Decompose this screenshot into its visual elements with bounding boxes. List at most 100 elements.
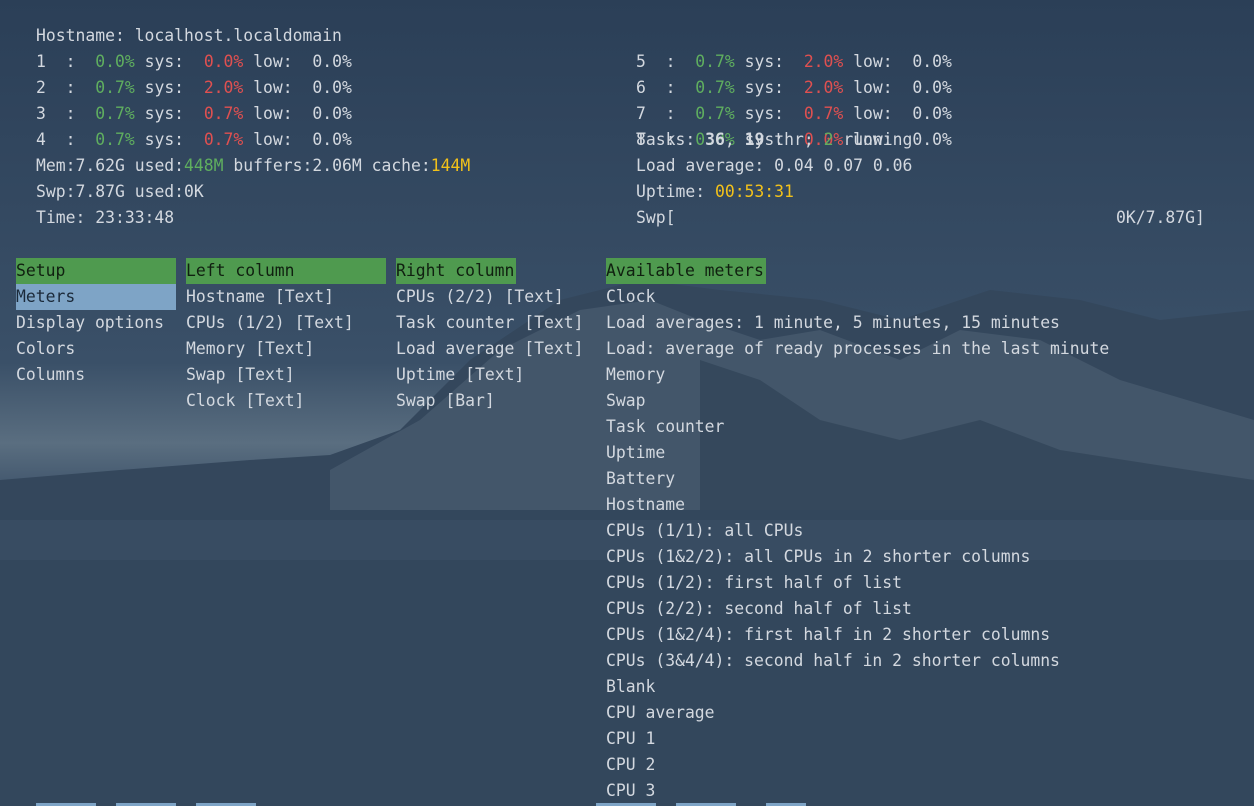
available-meter-item[interactable]: Task counter — [606, 414, 1206, 440]
available-meter-item[interactable]: Blank — [606, 674, 1206, 700]
meter-mode: [Text] — [245, 391, 305, 410]
left-column-meter-item[interactable]: Hostname [Text] — [186, 284, 386, 310]
meter-name: Load average — [396, 339, 515, 358]
setup-item-meters[interactable]: Meters — [16, 284, 176, 310]
right-column-meter-item[interactable]: Load average [Text] — [396, 336, 596, 362]
available-meters-header: Available meters — [606, 258, 766, 284]
cpu-sys-label: sys: — [744, 52, 785, 71]
threads-label: thr; — [774, 130, 814, 149]
available-meter-item[interactable]: CPUs (1&2/2): all CPUs in 2 shorter colu… — [606, 544, 1206, 570]
meter-mode: [Text] — [524, 339, 584, 358]
load-average-meter: Load average: 0.04 0.07 0.06 — [636, 153, 912, 179]
cpu-low-percent: 0.0% — [912, 130, 952, 149]
available-meter-item[interactable]: CPUs (1/2): first half of list — [606, 570, 1206, 596]
threads-count: 19 — [744, 130, 765, 149]
available-meter-item[interactable]: Battery — [606, 466, 1206, 492]
cpu-sys-percent: 2.0% — [803, 52, 844, 71]
available-meter-item[interactable]: CPU average — [606, 700, 1206, 726]
cpu-meter-row: 7 : 0.7% sys: 0.7% low: 0.0% — [636, 104, 952, 123]
setup-item-display-options[interactable]: Display options — [16, 310, 176, 336]
left-column-meter-item[interactable]: Swap [Text] — [186, 362, 386, 388]
cpu-meter-row: 4 : 0.7% sys: 0.7% low: 0.0% — [36, 130, 352, 149]
cpu-low-percent: 0.0% — [312, 52, 352, 71]
available-meter-item[interactable]: CPU 1 — [606, 726, 1206, 752]
running-label: running — [843, 130, 913, 149]
load-label: Load average: — [636, 156, 765, 175]
available-meter-item[interactable]: CPUs (3&4/4): second half in 2 shorter c… — [606, 648, 1206, 674]
cpu-user-percent: 0.7% — [95, 130, 135, 149]
swp-label: Swp: — [36, 182, 76, 201]
cpu-low-label: low: — [253, 52, 293, 71]
right-column-meter-item[interactable]: Task counter [Text] — [396, 310, 596, 336]
right-column-meter-item[interactable]: Swap [Bar] — [396, 388, 596, 414]
left-column-meter-item[interactable]: Memory [Text] — [186, 336, 386, 362]
available-meter-item[interactable]: CPUs (1&2/4): first half in 2 shorter co… — [606, 622, 1206, 648]
load-15min: 0.06 — [872, 156, 913, 175]
tasks-label: Tasks: — [636, 130, 696, 149]
available-meter-item[interactable]: Swap — [606, 388, 1206, 414]
cpu-sys-label: sys: — [144, 130, 185, 149]
cpu-low-percent: 0.0% — [912, 78, 952, 97]
setup-item-columns[interactable]: Columns — [16, 362, 176, 388]
cpu-meter-row: 5 : 0.7% sys: 2.0% low: 0.0% — [636, 52, 952, 71]
left-column-header: Left column — [186, 258, 386, 284]
htop-setup-screen: Hostname: localhost.localdomain 1 : 0.0%… — [0, 0, 1254, 806]
setup-item-colors[interactable]: Colors — [16, 336, 176, 362]
available-meter-item[interactable]: Uptime — [606, 440, 1206, 466]
meter-name: Uptime — [396, 365, 456, 384]
cpu-sys-percent: 2.0% — [803, 78, 844, 97]
available-meter-item[interactable]: Hostname — [606, 492, 1206, 518]
meter-mode: [Text] — [274, 287, 335, 306]
cpu-sys-label: sys: — [744, 78, 785, 97]
cpu-user-percent: 0.7% — [95, 104, 135, 123]
available-meter-item[interactable]: CPUs (2/2): second half of list — [606, 596, 1206, 622]
meter-mode: [Text] — [294, 313, 354, 332]
mem-total: 7.62G — [75, 156, 125, 175]
right-column-meter-item[interactable]: CPUs (2/2) [Text] — [396, 284, 596, 310]
hostname-value: localhost.localdomain — [134, 26, 342, 45]
mem-used-label: used: — [134, 156, 185, 175]
cpu-sys-percent: 0.7% — [803, 104, 844, 123]
swap-meter: Swp:7.87G used:0K — [36, 179, 204, 205]
cpu-meter-row: 1 : 0.0% sys: 0.0% low: 0.0% — [36, 52, 352, 71]
uptime-value: 00:53:31 — [714, 182, 794, 201]
meter-mode: [Text] — [465, 365, 525, 384]
left-column-meter-item[interactable]: CPUs (1/2) [Text] — [186, 310, 386, 336]
available-meter-item[interactable]: CPU 3 — [606, 778, 1206, 804]
cpu-sys-percent: 2.0% — [203, 78, 244, 97]
cpu-sys-label: sys: — [744, 104, 785, 123]
right-column-header: Right column — [396, 258, 516, 284]
hostname-meter: Hostname: localhost.localdomain — [36, 23, 342, 49]
right-column-meter-item[interactable]: Uptime [Text] — [396, 362, 596, 388]
left-column-list: Hostname [Text] CPUs (1/2) [Text] Memory [… — [186, 284, 386, 414]
setup-list: Meters Display options Colors Columns — [16, 284, 176, 388]
meter-name: Hostname — [186, 287, 265, 306]
memory-meter: Mem:7.62G used:448M buffers:2.06M cache:… — [36, 153, 470, 179]
time-label: Time: — [36, 208, 86, 227]
load-1min: 0.04 — [774, 156, 814, 175]
tasks-count: 36 — [705, 130, 725, 149]
cpu-user-percent: 0.7% — [95, 78, 135, 97]
swp-used-label: used: — [134, 182, 185, 201]
cpu-id: 4 — [36, 130, 46, 149]
available-meter-item[interactable]: Load averages: 1 minute, 5 minutes, 15 m… — [606, 310, 1206, 336]
cpu-id: 7 — [636, 104, 646, 123]
cpu-low-percent: 0.0% — [312, 104, 352, 123]
left-column-meter-item[interactable]: Clock [Text] — [186, 388, 386, 414]
mem-cache-label: cache: — [371, 156, 431, 175]
available-meter-item[interactable]: CPUs (1/1): all CPUs — [606, 518, 1206, 544]
cpu-low-percent: 0.0% — [912, 104, 952, 123]
cpu-user-percent: 0.7% — [695, 52, 735, 71]
mem-buffers-label: buffers: — [233, 156, 313, 175]
meter-name: CPUs (1/2) — [186, 313, 285, 332]
load-5min: 0.07 — [823, 156, 864, 175]
task-counter-meter: Tasks: 36, 19 thr; 2 running — [636, 130, 913, 149]
cpu-id: 5 — [636, 52, 646, 71]
available-meter-item[interactable]: CPU 2 — [606, 752, 1206, 778]
meter-mode: [Text] — [255, 339, 315, 358]
available-meter-item[interactable]: Clock — [606, 284, 1206, 310]
available-meter-item[interactable]: Memory — [606, 362, 1206, 388]
time-value: 23:33:48 — [95, 208, 175, 227]
available-meter-item[interactable]: Load: average of ready processes in the … — [606, 336, 1206, 362]
cpu-low-label: low: — [853, 104, 893, 123]
